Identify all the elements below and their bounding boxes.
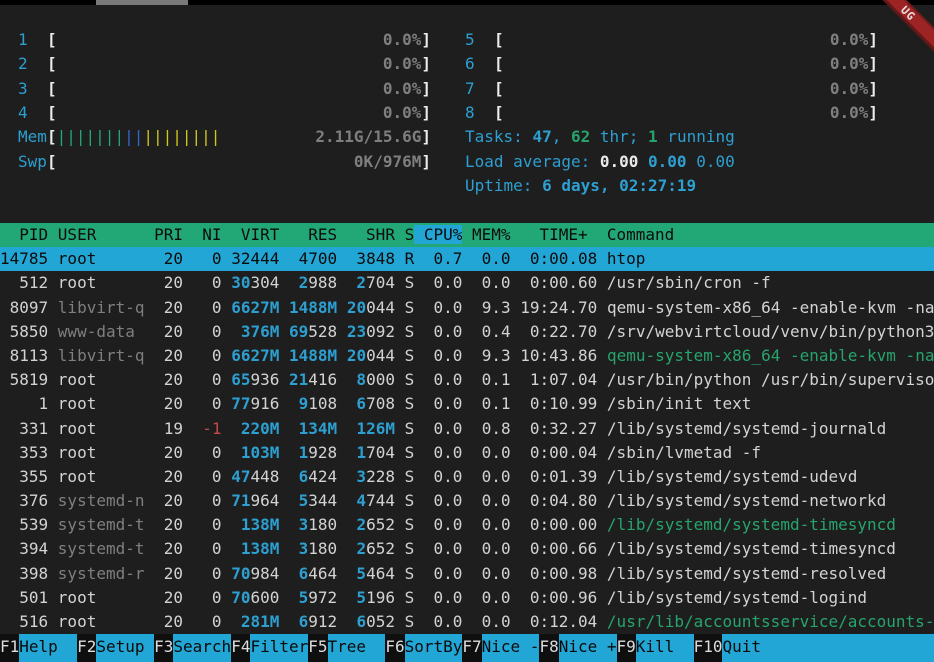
process-row-398[interactable]: 398 systemd-r 20 0 70984 6464 5464 S 0.0…: [0, 562, 934, 586]
process-table: PID USER PRI NI VIRT RES SHR S CPU% MEM%…: [0, 223, 934, 634]
meter-value: 0.0%: [830, 77, 869, 101]
meters-left-column: 1[0.0%]2[0.0%]3[0.0%]4[0.0%]Mem[||||||||…: [18, 28, 431, 198]
fkey-f7-nice[interactable]: F7Nice -: [462, 634, 539, 662]
meter-value: 0.0%: [383, 52, 422, 76]
fkey-action-label: Nice +: [559, 634, 617, 662]
meter-value: 0.0%: [830, 28, 869, 52]
meter-value: 0.0%: [383, 28, 422, 52]
memory-meter: Mem[|||||||||||||||||2.11G/15.6G]: [18, 125, 431, 149]
cpu-meter-7: 7[0.0%]: [465, 77, 878, 101]
fkey-number: F5: [308, 634, 327, 662]
process-row-331[interactable]: 331 root 19 -1 220M 134M 126M S 0.0 0.8 …: [0, 417, 934, 441]
meter-value: 0.0%: [383, 77, 422, 101]
process-row-355[interactable]: 355 root 20 0 47448 6424 3228 S 0.0 0.0 …: [0, 465, 934, 489]
htop-terminal-window: UG 1[0.0%]2[0.0%]3[0.0%]4[0.0%]Mem[|||||…: [0, 0, 934, 662]
fkey-number: F8: [539, 634, 558, 662]
tasks-line: Tasks: 47, 62 thr; 1 running: [465, 125, 878, 149]
cpu-meter-5: 5[0.0%]: [465, 28, 878, 52]
cpu-meter-3: 3[0.0%]: [18, 77, 431, 101]
fkey-action-label: Kill: [636, 634, 694, 662]
process-row-8097[interactable]: 8097 libvirt-q 20 0 6627M 1488M 20044 S …: [0, 296, 934, 320]
function-key-bar: F1Help F2Setup F3SearchF4FilterF5Tree F6…: [0, 634, 934, 662]
process-row-501[interactable]: 501 root 20 0 70600 5972 5196 S 0.0 0.0 …: [0, 586, 934, 610]
fkey-f3-search[interactable]: F3Search: [154, 634, 231, 662]
process-row-394[interactable]: 394 systemd-t 20 0 138M 3180 2652 S 0.0 …: [0, 537, 934, 561]
process-row-1[interactable]: 1 root 20 0 77916 9108 6708 S 0.0 0.1 0:…: [0, 392, 934, 416]
uptime-line: Uptime: 6 days, 02:27:19: [465, 174, 878, 198]
fkey-action-label: Setup: [96, 634, 154, 662]
meter-value: 2.11G/15.6G: [315, 125, 421, 149]
fkey-number: F4: [231, 634, 250, 662]
cpu-meter-8: 8[0.0%]: [465, 101, 878, 125]
fkey-action-label: Tree: [328, 634, 386, 662]
cpu-meter-6: 6[0.0%]: [465, 52, 878, 76]
fkey-number: F1: [0, 634, 19, 662]
fkey-number: F9: [617, 634, 636, 662]
scrollbar-thumb[interactable]: [96, 0, 188, 5]
meter-value: 0.0%: [830, 52, 869, 76]
fkey-f2-setup[interactable]: F2Setup: [77, 634, 154, 662]
cpu-meter-4: 4[0.0%]: [18, 101, 431, 125]
meters-area: 1[0.0%]2[0.0%]3[0.0%]4[0.0%]Mem[||||||||…: [18, 28, 878, 198]
fkey-f4-filter[interactable]: F4Filter: [231, 634, 308, 662]
fkey-f10-quit[interactable]: F10Quit: [694, 634, 934, 662]
process-row-516[interactable]: 516 root 20 0 281M 6912 6052 S 0.0 0.0 0…: [0, 610, 934, 634]
fkey-f5-tree[interactable]: F5Tree: [308, 634, 385, 662]
fkey-number: F2: [77, 634, 96, 662]
cpu-meter-1: 1[0.0%]: [18, 28, 431, 52]
fkey-number: F3: [154, 634, 173, 662]
swap-meter: Swp[0K/976M]: [18, 150, 431, 174]
process-table-header: PID USER PRI NI VIRT RES SHR S CPU% MEM%…: [0, 223, 934, 247]
process-row-539[interactable]: 539 systemd-t 20 0 138M 3180 2652 S 0.0 …: [0, 513, 934, 537]
process-row-512[interactable]: 512 root 20 0 30304 2988 2704 S 0.0 0.0 …: [0, 271, 934, 295]
fkey-action-label: Quit: [722, 634, 934, 662]
window-top-strip: [0, 0, 934, 5]
fkey-number: F7: [462, 634, 481, 662]
fkey-f6-sortby[interactable]: F6SortBy: [385, 634, 462, 662]
process-row-14785[interactable]: 14785 root 20 0 32444 4700 3848 R 0.7 0.…: [0, 247, 934, 271]
process-row-376[interactable]: 376 systemd-n 20 0 71964 5344 4744 S 0.0…: [0, 489, 934, 513]
meter-pipes: |||||||||||||||||: [57, 125, 221, 149]
fkey-f8-nice[interactable]: F8Nice +: [539, 634, 616, 662]
process-row-5850[interactable]: 5850 www-data 20 0 376M 69528 23092 S 0.…: [0, 320, 934, 344]
fkey-action-label: Filter: [250, 634, 308, 662]
fkey-number: F6: [385, 634, 404, 662]
process-row-353[interactable]: 353 root 20 0 103M 1928 1704 S 0.0 0.0 0…: [0, 441, 934, 465]
meter-value: 0.0%: [383, 101, 422, 125]
fkey-f9-kill[interactable]: F9Kill: [617, 634, 694, 662]
load-average-line: Load average: 0.00 0.00 0.00: [465, 150, 878, 174]
fkey-f1-help[interactable]: F1Help: [0, 634, 77, 662]
process-row-8113[interactable]: 8113 libvirt-q 20 0 6627M 1488M 20044 S …: [0, 344, 934, 368]
meters-right-column: 5[0.0%]6[0.0%]7[0.0%]8[0.0%]Tasks: 47, 6…: [465, 28, 878, 198]
fkey-action-label: Help: [19, 634, 77, 662]
meter-value: 0K/976M: [354, 150, 421, 174]
cpu-meter-2: 2[0.0%]: [18, 52, 431, 76]
fkey-number: F10: [694, 634, 723, 662]
fkey-action-label: Search: [173, 634, 231, 662]
process-row-5819[interactable]: 5819 root 20 0 65936 21416 8000 S 0.0 0.…: [0, 368, 934, 392]
sort-column-header-cpu[interactable]: CPU%: [414, 225, 462, 244]
fkey-action-label: SortBy: [405, 634, 463, 662]
fkey-action-label: Nice -: [482, 634, 540, 662]
meter-value: 0.0%: [830, 101, 869, 125]
